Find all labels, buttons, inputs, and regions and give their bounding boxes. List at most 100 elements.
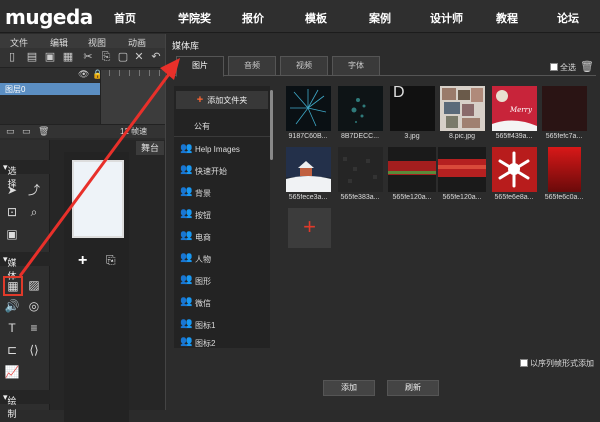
video-icon[interactable]: ◎ — [26, 298, 42, 314]
tab-fonts[interactable]: 字体 — [332, 56, 380, 76]
folder-item[interactable]: 👥 图标2 — [180, 336, 270, 350]
image-thumbnail[interactable] — [492, 147, 537, 192]
upload-image-button[interactable]: + — [288, 208, 331, 248]
nav-item-cases[interactable]: 案例 — [369, 10, 391, 26]
timeline[interactable] — [100, 70, 165, 125]
image-thumbnail[interactable]: D — [390, 86, 435, 131]
layer-name: 图层0 — [5, 85, 26, 94]
zoom-icon[interactable]: ⌕ — [26, 204, 42, 220]
folder-label: 背景 — [195, 189, 211, 198]
image-thumbnail[interactable] — [388, 147, 436, 192]
tab-video[interactable]: 视频 — [280, 56, 328, 76]
media-library-icon[interactable]: ▦ — [3, 276, 23, 296]
image-label: 3.jpg — [404, 133, 420, 140]
nav-item-designers[interactable]: 设计师 — [430, 10, 463, 26]
image-label: 565fece3a... — [288, 194, 328, 201]
publish-icon[interactable]: ▦ — [62, 51, 74, 64]
folder-item[interactable]: 👥 按钮 — [180, 208, 270, 222]
paste-icon[interactable]: ▢ — [117, 51, 129, 64]
copy-icon[interactable]: ⎘ — [100, 51, 112, 64]
chart-icon[interactable]: 📈 — [4, 364, 20, 380]
folder-pane: + 添加文件夹 公有 👥 Help Images 👥 快速开始 👥 背景 👥 按钮 👥 电商… — [174, 86, 270, 348]
users-icon: 👥 — [180, 296, 193, 307]
refresh-button[interactable]: 刷新 — [387, 380, 439, 396]
dialog-title: 媒体库 — [172, 41, 200, 51]
crop-icon[interactable]: ▣ — [4, 226, 20, 242]
delete-layer-icon[interactable]: 🗑 — [38, 126, 49, 137]
add-folder-button[interactable]: + 添加文件夹 — [176, 91, 268, 109]
undo-icon[interactable]: ↶ — [150, 51, 162, 64]
delete-icon[interactable]: ✕ — [133, 51, 145, 64]
section-media[interactable]: ▾ 媒体 — [0, 252, 50, 281]
trash-icon[interactable]: 🗑 — [580, 60, 594, 73]
divider — [174, 136, 270, 137]
nav-item-forum[interactable]: 论坛 — [557, 10, 579, 26]
image-thumbnail[interactable] — [542, 147, 587, 192]
add-layer-icon[interactable]: ▭ — [6, 126, 15, 137]
image-label: 8B7DECC... — [340, 133, 380, 140]
section-select[interactable]: ▾ 选择 — [0, 160, 50, 189]
folder-item[interactable]: 👥 背景 — [180, 186, 270, 200]
folder-item[interactable]: 👥 Help Images — [180, 143, 270, 157]
folder-item[interactable]: 👥 快速开始 — [180, 164, 270, 178]
image-thumbnail[interactable] — [286, 86, 331, 131]
image-thumbnail[interactable] — [338, 86, 383, 131]
folder-item[interactable]: 👥 电商 — [180, 230, 270, 244]
add-button[interactable]: 添加 — [323, 380, 375, 396]
visibility-icon[interactable]: 👁 — [78, 69, 89, 80]
audio-icon[interactable]: 🔊 — [4, 298, 20, 314]
paragraph-icon[interactable]: ≡ — [26, 320, 42, 336]
image-label: 8.pic.jpg — [448, 133, 476, 140]
folder-item[interactable]: 👥 微信 — [180, 296, 270, 310]
tab-audio[interactable]: 音频 — [228, 56, 276, 76]
select-all-checkbox[interactable]: 全选 — [550, 62, 576, 73]
image-letter: D — [393, 86, 405, 101]
nav-item-home[interactable]: 首页 — [114, 10, 136, 26]
editor-toolbar: ▯ ▤ ▣ ▦ ✂ ⎘ ▢ ✕ ↶ — [0, 48, 165, 68]
stage-tab[interactable]: 舞台 — [136, 141, 164, 155]
folder-item[interactable]: 👥 图形 — [180, 274, 270, 288]
image-label: 565fe120a... — [442, 194, 482, 201]
users-icon: 👥 — [180, 164, 193, 175]
public-folders-heading: 公有 — [194, 122, 210, 131]
layer-row[interactable]: 图层0 — [0, 83, 100, 95]
image-label: 9187C60B... — [288, 133, 328, 140]
transform-icon[interactable]: ⊡ — [4, 204, 20, 220]
nav-item-tutorials[interactable]: 教程 — [496, 10, 518, 26]
media-tabs: 图片 音频 视频 字体 — [171, 56, 596, 77]
folder-scrollbar[interactable] — [270, 90, 273, 160]
new-file-icon[interactable]: ▯ — [6, 51, 18, 64]
add-page-icon[interactable]: + — [78, 252, 87, 270]
folder-label: 人物 — [195, 255, 211, 264]
image-thumbnail[interactable] — [286, 147, 331, 192]
top-navigation-bar: mugeda 首页 学院奖 报价 模板 案例 设计师 教程 论坛 — [0, 0, 600, 33]
section-draw[interactable]: ▾ 绘制 — [0, 390, 50, 419]
folder-item[interactable]: 👥 图标1 — [180, 318, 270, 332]
text-icon[interactable]: T — [4, 320, 20, 336]
node-edit-icon[interactable]: ⤴ — [26, 182, 42, 198]
tab-images[interactable]: 图片 — [176, 56, 224, 77]
select-arrow-icon[interactable]: ➤ — [4, 182, 20, 198]
sequence-option-label: 以序列帧形式添加 — [530, 359, 594, 368]
add-folder-layer-icon[interactable]: ▭ — [22, 126, 31, 137]
nav-item-templates[interactable]: 模板 — [305, 10, 327, 26]
mugeda-logo[interactable]: mugeda — [5, 5, 93, 29]
image-thumbnail[interactable] — [338, 147, 383, 192]
widget-icon[interactable]: ⊏ — [4, 342, 20, 358]
nav-item-pricing[interactable]: 报价 — [242, 10, 264, 26]
code-icon[interactable]: ⟨⟩ — [26, 342, 42, 358]
open-file-icon[interactable]: ▤ — [26, 51, 38, 64]
image-thumbnail[interactable] — [438, 147, 486, 192]
nav-item-academy-award[interactable]: 学院奖 — [178, 10, 211, 26]
cut-icon[interactable]: ✂ — [82, 51, 94, 64]
image-thumbnail[interactable]: Merry — [492, 86, 537, 131]
image-icon[interactable]: ▨ — [26, 277, 42, 293]
save-icon[interactable]: ▣ — [44, 51, 56, 64]
frame-rate-label: 12 帧速 — [120, 127, 148, 136]
add-as-sequence-checkbox[interactable]: 以序列帧形式添加 — [520, 358, 594, 369]
image-thumbnail[interactable] — [440, 86, 485, 131]
image-thumbnail[interactable] — [542, 86, 587, 131]
folder-item[interactable]: 👥 人物 — [180, 252, 270, 266]
duplicate-page-icon[interactable]: ⎘ — [106, 253, 116, 268]
page-thumbnail[interactable] — [72, 160, 124, 238]
